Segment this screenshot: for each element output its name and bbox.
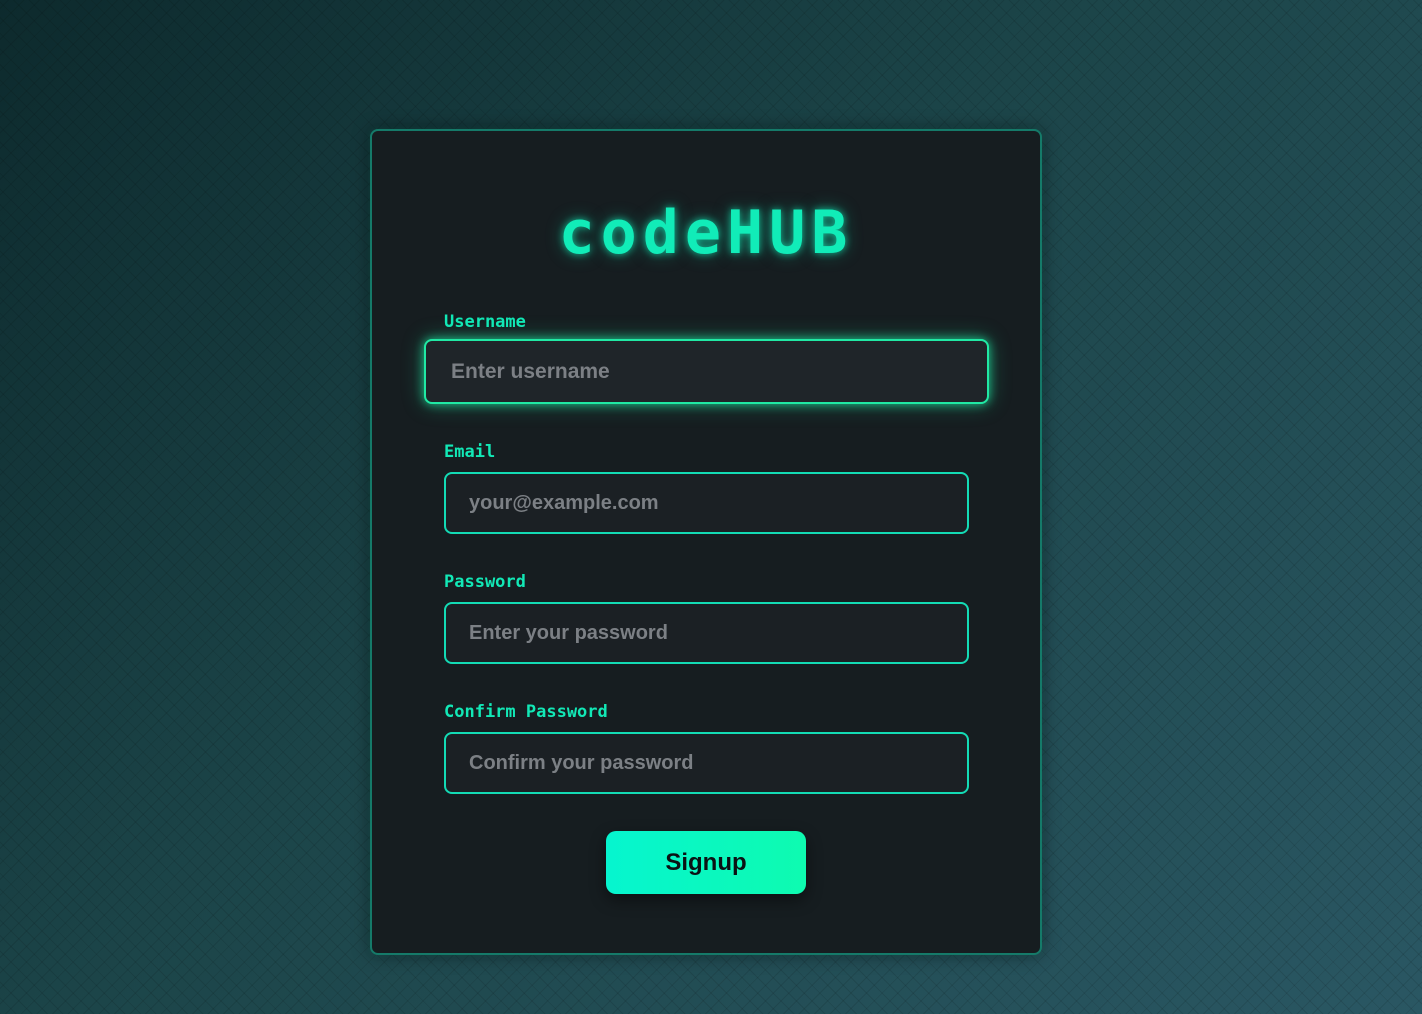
- username-label: Username: [444, 312, 526, 332]
- username-input[interactable]: [424, 339, 989, 404]
- email-input[interactable]: [444, 472, 969, 534]
- password-input[interactable]: [444, 602, 969, 664]
- codehub-logo: codeHUB: [558, 198, 854, 268]
- signup-button[interactable]: Signup: [606, 831, 806, 894]
- email-label: Email: [444, 442, 496, 462]
- password-label: Password: [444, 572, 526, 592]
- confirm-password-input[interactable]: [444, 732, 969, 794]
- confirm-password-label: Confirm Password: [444, 702, 608, 722]
